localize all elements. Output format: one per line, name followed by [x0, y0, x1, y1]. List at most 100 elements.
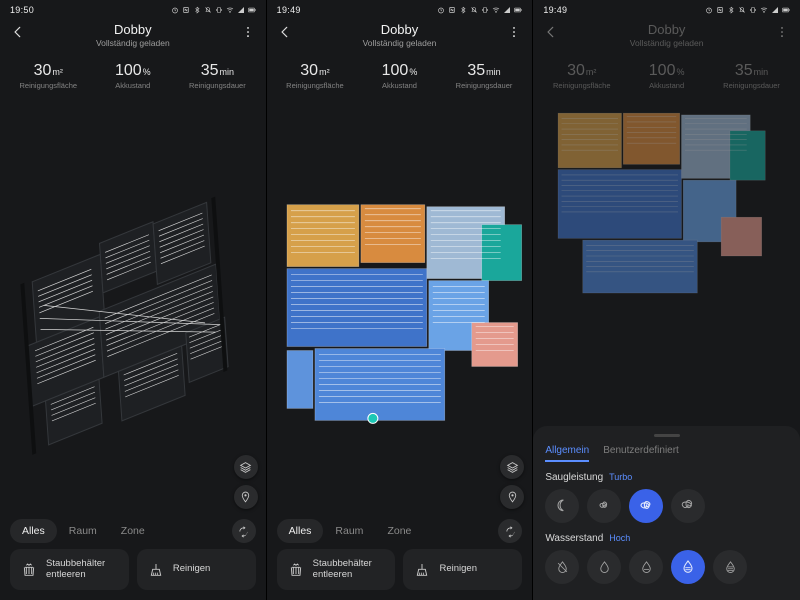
map-area[interactable] — [533, 94, 800, 324]
bluetooth-icon — [727, 6, 735, 14]
bottom-controls: Alles Raum Zone Staubbehälter entleeren — [0, 515, 266, 600]
suction-quiet[interactable] — [545, 489, 579, 523]
alarm-icon — [437, 6, 445, 14]
silent-icon — [738, 6, 746, 14]
more-button[interactable] — [770, 20, 794, 44]
floorplan-2d — [267, 94, 533, 515]
back-button[interactable] — [273, 20, 297, 44]
empty-dustbin-button[interactable]: Staubbehälter entleeren — [277, 549, 396, 590]
fan-max-icon — [680, 498, 696, 514]
page-title: Dobby — [277, 22, 523, 37]
empty-dustbin-button[interactable]: Staubbehälter entleeren — [10, 549, 129, 590]
floorplan-2d — [533, 94, 800, 324]
cycle-button[interactable] — [498, 519, 522, 543]
layers-button[interactable] — [500, 455, 524, 479]
suction-value: Turbo — [609, 472, 632, 482]
header: Dobby Vollständig geladen — [267, 18, 533, 54]
layers-icon — [239, 461, 252, 474]
tab-custom[interactable]: Benutzerdefiniert — [603, 445, 679, 462]
dots-vertical-icon — [507, 25, 521, 39]
floorplan-3d — [0, 94, 266, 515]
page-subtitle: Vollständig geladen — [10, 38, 256, 48]
nfc-icon — [182, 6, 190, 14]
wifi-icon — [760, 6, 768, 14]
status-bar: 19:49 — [533, 0, 800, 18]
tab-room[interactable]: Raum — [323, 519, 375, 543]
dustbin-icon — [287, 561, 305, 579]
status-time: 19:49 — [277, 5, 301, 15]
back-button[interactable] — [539, 20, 563, 44]
water-row: WasserstandHoch — [545, 533, 788, 584]
battery-icon — [248, 6, 256, 14]
status-bar: 19:49 — [267, 0, 533, 18]
status-icons — [705, 6, 790, 14]
cycle-icon — [237, 525, 250, 538]
layers-icon — [506, 461, 519, 474]
stat-duration: 35min Reinigungsdauer — [175, 62, 260, 90]
tab-general[interactable]: Allgemein — [545, 445, 589, 462]
suction-max[interactable] — [671, 489, 705, 523]
battery-icon — [514, 6, 522, 14]
water-off[interactable] — [545, 550, 579, 584]
status-bar: 19:50 — [0, 0, 266, 18]
empty-dustbin-label: Staubbehälter entleeren — [46, 559, 119, 580]
map-area[interactable] — [0, 94, 266, 515]
tab-room[interactable]: Raum — [57, 519, 109, 543]
mode-tabs: Alles Raum Zone — [10, 519, 157, 543]
bluetooth-icon — [459, 6, 467, 14]
stat-battery: 100% Akkustand — [91, 62, 176, 90]
dots-vertical-icon — [241, 25, 255, 39]
droplet-max-icon — [723, 560, 738, 575]
stats-row: 30m² Reinigungsfläche 100% Akkustand 35m… — [0, 54, 266, 94]
status-icons — [437, 6, 522, 14]
nfc-icon — [448, 6, 456, 14]
tab-all[interactable]: Alles — [277, 519, 324, 543]
water-high[interactable] — [671, 550, 705, 584]
stats-row: 30m²Reinigungsfläche 100%Akkustand 35min… — [533, 54, 800, 94]
map-area[interactable] — [267, 94, 533, 515]
pin-icon — [506, 491, 519, 504]
more-button[interactable] — [502, 20, 526, 44]
sheet-handle[interactable] — [654, 434, 680, 437]
water-label: Wasserstand — [545, 533, 603, 544]
clean-button[interactable]: Reinigen — [137, 549, 256, 590]
status-time: 19:50 — [10, 5, 34, 15]
suction-row: Saugleistung Turbo — [545, 472, 788, 523]
page-subtitle: Vollständig geladen — [543, 38, 790, 48]
back-button[interactable] — [6, 20, 30, 44]
chevron-left-icon — [11, 25, 25, 39]
chevron-left-icon — [544, 25, 558, 39]
settings-sheet: Allgemein Benutzerdefiniert Saugleistung… — [533, 426, 800, 600]
alarm-icon — [171, 6, 179, 14]
clean-icon — [413, 561, 431, 579]
fan-low-icon — [596, 498, 612, 514]
stats-row: 30m²Reinigungsfläche 100%Akkustand 35min… — [267, 54, 533, 94]
stat-area: 30m² Reinigungsfläche — [6, 62, 91, 90]
water-low[interactable] — [587, 550, 621, 584]
sheet-tabs: Allgemein Benutzerdefiniert — [545, 445, 788, 462]
droplet-low-icon — [597, 560, 612, 575]
signal-icon — [503, 6, 511, 14]
suction-turbo[interactable] — [629, 489, 663, 523]
suction-standard[interactable] — [587, 489, 621, 523]
locate-button[interactable] — [234, 485, 258, 509]
page-title: Dobby — [10, 22, 256, 37]
tab-all[interactable]: Alles — [10, 519, 57, 543]
suction-label: Saugleistung — [545, 472, 603, 483]
nfc-icon — [716, 6, 724, 14]
dustbin-icon — [20, 561, 38, 579]
clean-button[interactable]: Reinigen — [403, 549, 522, 590]
bluetooth-icon — [193, 6, 201, 14]
pin-icon — [239, 491, 252, 504]
tab-zone[interactable]: Zone — [375, 519, 423, 543]
header: Dobby Vollständig geladen — [533, 18, 800, 54]
water-medium[interactable] — [629, 550, 663, 584]
tab-zone[interactable]: Zone — [109, 519, 157, 543]
water-max[interactable] — [713, 550, 747, 584]
more-button[interactable] — [236, 20, 260, 44]
cycle-button[interactable] — [232, 519, 256, 543]
locate-button[interactable] — [500, 485, 524, 509]
battery-icon — [782, 6, 790, 14]
layers-button[interactable] — [234, 455, 258, 479]
status-icons — [171, 6, 256, 14]
